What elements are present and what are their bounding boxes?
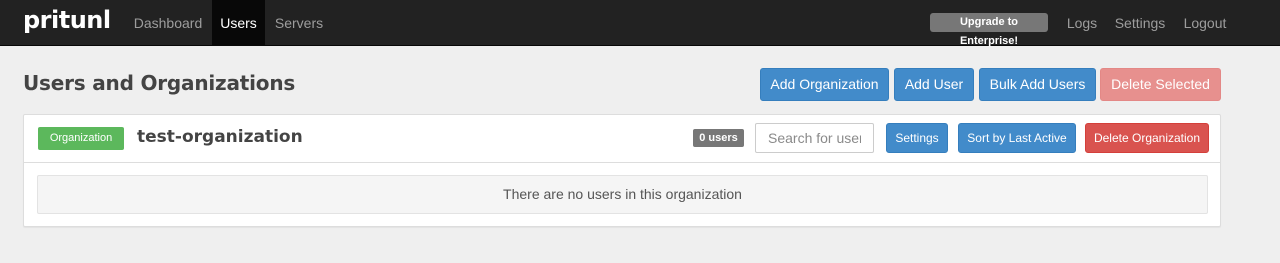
- bulk-add-users-button[interactable]: Bulk Add Users: [979, 68, 1096, 101]
- delete-selected-button[interactable]: Delete Selected: [1100, 68, 1221, 101]
- organization-settings-button[interactable]: Settings: [886, 123, 948, 153]
- nav-logout[interactable]: Logout: [1174, 0, 1236, 46]
- nav-users[interactable]: Users: [212, 0, 265, 46]
- panel-divider: [24, 162, 1220, 163]
- brand-logo[interactable]: pritunl: [23, 6, 111, 34]
- user-count-badge: 0 users: [693, 129, 744, 147]
- nav-settings[interactable]: Settings: [1106, 0, 1174, 46]
- upgrade-enterprise-badge[interactable]: Upgrade to Enterprise!: [930, 13, 1048, 47]
- empty-users-message: There are no users in this organization: [37, 175, 1208, 214]
- add-organization-button[interactable]: Add Organization: [760, 68, 889, 101]
- delete-organization-button[interactable]: Delete Organization: [1085, 123, 1209, 153]
- organization-name: test-organization: [137, 127, 303, 147]
- search-user-input[interactable]: [755, 123, 874, 153]
- top-navbar: pritunl Dashboard Users Servers Upgrade …: [0, 0, 1280, 47]
- sort-by-last-active-button[interactable]: Sort by Last Active: [958, 123, 1076, 153]
- add-user-button[interactable]: Add User: [894, 68, 974, 101]
- page-title: Users and Organizations: [23, 71, 296, 95]
- nav-dashboard[interactable]: Dashboard: [124, 0, 212, 46]
- organization-label: Organization: [38, 127, 124, 150]
- nav-logs[interactable]: Logs: [1058, 0, 1106, 46]
- nav-servers[interactable]: Servers: [265, 0, 333, 46]
